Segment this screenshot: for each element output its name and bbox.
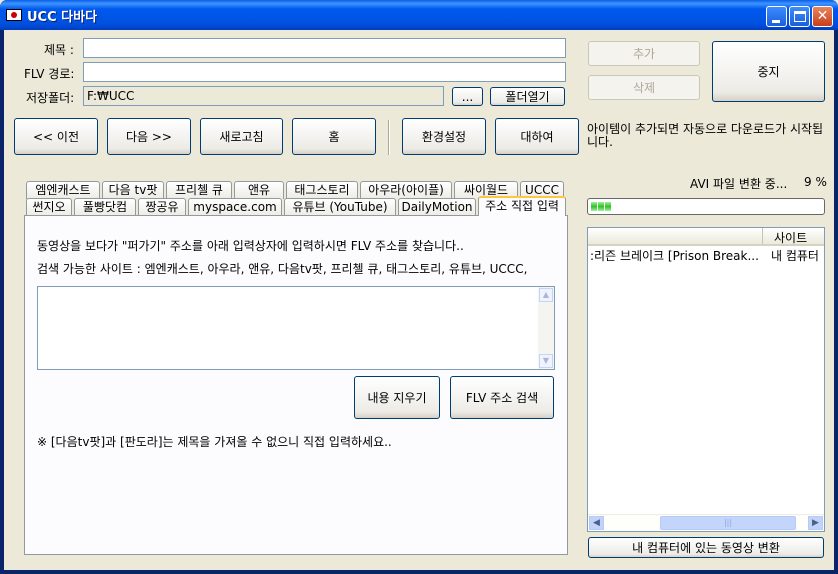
home-button[interactable]: 홈: [292, 118, 376, 155]
embed-address-textarea[interactable]: ▲ ▼: [37, 286, 555, 370]
tab-dailymotion[interactable]: DailyMotion: [398, 198, 476, 216]
panel-footnote: ※ [다음tv팟]과 [판도라]는 제목을 가져올 수 없으니 직접 입력하세요…: [37, 435, 392, 449]
tab-jjanggu[interactable]: 짱공유: [138, 198, 186, 216]
tab-myspace[interactable]: myspace.com: [188, 198, 282, 216]
progress-block: [598, 202, 604, 211]
refresh-button[interactable]: 새로고침: [200, 118, 283, 155]
settings-button[interactable]: 환경설정: [402, 118, 486, 155]
maximize-button[interactable]: [789, 6, 810, 27]
app-icon: [6, 9, 22, 21]
flv-search-button[interactable]: FLV 주소 검색: [450, 376, 554, 419]
app-window: UCC 다바다 ✕ 제목 : FLV 경로: 저장폴더: F:₩UCC ... …: [0, 0, 838, 574]
progress-block: [591, 202, 597, 211]
minimize-button[interactable]: [766, 6, 787, 27]
supported-sites-text: 검색 가능한 사이트 : 엠엔캐스트, 아우라, 앤유, 다음tv팟, 프리첼 …: [37, 262, 528, 276]
close-icon: ✕: [816, 8, 829, 24]
list-header: 사이트: [588, 228, 824, 246]
flv-path-label: FLV 경로:: [24, 67, 75, 81]
close-button[interactable]: ✕: [812, 6, 833, 27]
add-button[interactable]: 추가: [588, 41, 700, 66]
tab-pullbbang[interactable]: 풀빵닷컴: [74, 198, 136, 216]
tab-tagstory[interactable]: 태그스토리: [286, 181, 358, 199]
tab-aura[interactable]: 아우라(아이플): [360, 181, 452, 199]
panel-instruction: 동영상을 보다가 "퍼가기" 주소를 아래 입력상자에 입력하시면 FLV 주소…: [37, 239, 464, 253]
minimize-icon: [772, 20, 780, 23]
maximize-icon: [794, 11, 806, 22]
tab-freechal-q[interactable]: 프리첼 큐: [166, 181, 232, 199]
clear-content-button[interactable]: 내용 지우기: [354, 376, 440, 419]
tab-nu[interactable]: 앤유: [234, 181, 284, 199]
conversion-progress-bar: [587, 198, 825, 215]
tab-mncast[interactable]: 엠엔캐스트: [26, 181, 100, 199]
prev-button[interactable]: << 이전: [14, 118, 98, 155]
auto-download-notice: 아이템이 추가되면 자동으로 다운로드가 시작됩니다.: [587, 122, 824, 149]
tab-youtube[interactable]: 유튜브 (YouTube): [284, 198, 396, 216]
tab-direct-address[interactable]: 주소 직접 입력: [478, 196, 566, 216]
scroll-down-icon[interactable]: ▼: [539, 354, 553, 368]
tab-sunzio[interactable]: 썬지오: [26, 198, 72, 216]
stop-button[interactable]: 중지: [712, 41, 825, 102]
scroll-thumb[interactable]: |||: [660, 516, 796, 530]
client-area: 제목 : FLV 경로: 저장폴더: F:₩UCC ... 폴더열기 추가 삭제…: [4, 30, 834, 570]
list-horizontal-scrollbar[interactable]: ◀ ||| ▶: [588, 514, 824, 531]
textarea-scrollbar[interactable]: ▲ ▼: [538, 287, 554, 369]
browse-button[interactable]: ...: [452, 87, 483, 106]
title-input[interactable]: [83, 38, 566, 58]
save-folder-input[interactable]: F:₩UCC: [83, 86, 444, 106]
list-item-site: 내 컴퓨터: [771, 249, 819, 263]
column-header-site[interactable]: 사이트: [774, 229, 807, 246]
flv-path-input[interactable]: [83, 62, 566, 82]
status-text: AVI 파일 변환 중...: [690, 177, 788, 191]
progress-block: [605, 202, 611, 211]
save-folder-label: 저장폴더:: [26, 91, 75, 105]
download-list[interactable]: 사이트 :리즌 브레이크 [Prison Break... 내 컴퓨터 ◀ ||…: [587, 227, 825, 532]
tab-panel-direct-address: 동영상을 보다가 "퍼가기" 주소를 아래 입력상자에 입력하시면 FLV 주소…: [24, 215, 568, 555]
scroll-right-icon[interactable]: ▶: [808, 516, 823, 530]
title-label: 제목 :: [44, 43, 74, 57]
list-item-title: :리즌 브레이크 [Prison Break...: [590, 249, 759, 263]
open-folder-button[interactable]: 폴더열기: [490, 87, 565, 106]
next-button[interactable]: 다음 >>: [107, 118, 191, 155]
title-bar[interactable]: UCC 다바다 ✕: [0, 0, 838, 30]
tab-daum-tvpot[interactable]: 다음 tv팟: [102, 181, 164, 199]
status-percent: 9 %: [804, 175, 827, 189]
list-item[interactable]: :리즌 브레이크 [Prison Break... 내 컴퓨터: [588, 247, 824, 263]
scroll-up-icon[interactable]: ▲: [539, 288, 553, 302]
convert-local-video-button[interactable]: 내 컴퓨터에 있는 동영상 변환: [588, 537, 824, 558]
column-header-title[interactable]: [588, 228, 763, 244]
about-button[interactable]: 대하여: [495, 118, 579, 155]
toolbar-separator: [388, 120, 390, 155]
scroll-left-icon[interactable]: ◀: [589, 516, 604, 530]
window-title: UCC 다바다: [27, 10, 98, 25]
delete-button[interactable]: 삭제: [588, 75, 700, 100]
